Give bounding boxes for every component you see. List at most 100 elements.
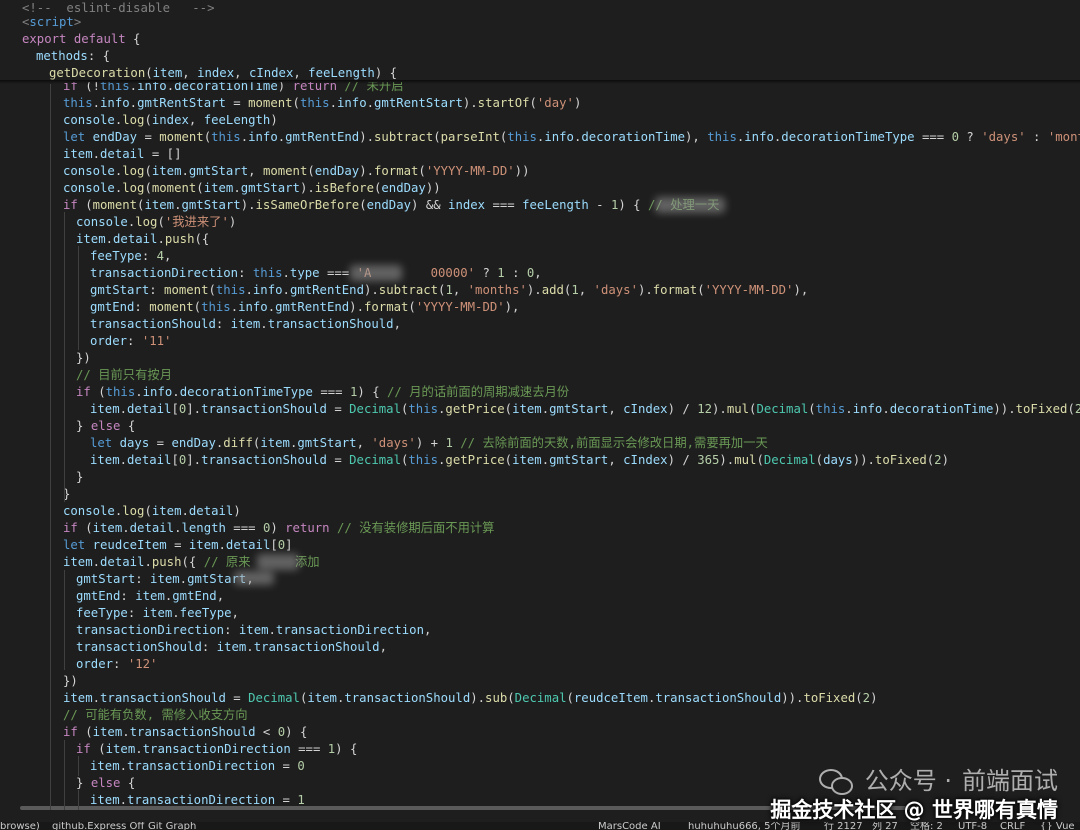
code-token: log [122,181,145,195]
code-line: transactionDirection: item.transactionDi… [0,622,1080,639]
code-token: console [63,113,115,127]
code-token: toFixed [874,453,927,467]
code-token: item [512,402,542,416]
code-line: } else { [0,418,1080,435]
code-token: : [224,623,239,637]
code-token: . [122,725,130,739]
code-token: ). [462,96,478,110]
code-token: ) { [285,725,308,739]
code-token: ( [433,130,441,144]
code-token: this [63,96,93,110]
code-token: ), [685,130,708,144]
code-token: days [823,453,853,467]
code-token: transactionDirection [127,793,276,807]
indent-guide [78,790,79,810]
code-line: if (moment(item.gmtStart).isSameOrBefore… [0,197,1080,214]
code-line: console.log(index, feeLength) [0,112,1080,129]
code-token: Decimal [514,691,567,705]
code-token: format [652,283,698,297]
code-token: ) { [618,198,648,212]
code-token: decorationTime [889,402,994,416]
code-line: transactionDirection: this.type === 'A 0… [0,265,1080,282]
code-token: item [238,623,269,637]
status-item[interactable]: github.Express Off [52,822,144,830]
code-token: // 没有装修期后面不用计算 [336,521,495,535]
code-token: return [285,521,330,535]
code-line: gmtStart: moment(this.info.gmtRentEnd).s… [0,282,1080,299]
code-token: subtract [378,283,439,297]
code-token: moment [92,198,138,212]
code-token: console [76,215,128,229]
code-token: this [105,385,136,399]
code-token: detail [113,232,158,246]
code-token: . [135,385,143,399]
status-item[interactable]: browse) [0,822,40,830]
code-token: item [203,181,234,195]
code-token: this [211,130,241,144]
code-token: . [92,555,101,569]
code-token: toFixed [1015,402,1068,416]
code-token: ( [815,453,824,467]
code-token: transactionShould [344,691,471,705]
code-token: gmtEnd [76,589,121,603]
code-line: let days = endDay.diff(item.gmtStart, 'd… [0,435,1080,452]
code-token: if [63,521,78,535]
code-token: . [246,640,254,654]
code-token: diff [223,436,253,450]
code-token: transactionDirection [275,623,424,637]
code-token: reudceItem [92,538,167,552]
code-token: ( [144,504,152,518]
code-token: let [90,436,113,450]
code-editor[interactable]: <!-- eslint-disable --> <script> export de… [0,0,1080,810]
code-token: detail [100,147,145,161]
code-token: 2 [862,691,871,705]
code-line: let reudceItem = item.detail[0] [0,537,1080,554]
code-token: decorationTime [581,130,686,144]
status-item[interactable]: Git Graph [148,822,196,830]
code-token: item [188,538,219,552]
code-token: , [188,113,204,127]
code-token: < [255,725,278,739]
code-token: item [142,606,173,620]
code-token: transactionDirection [127,759,276,773]
code-token: === [914,130,952,144]
code-token: ), [793,283,809,297]
code-token: ). [719,453,735,467]
code-token: 'days' [981,130,1026,144]
watermark-top: 公众号 · 前端面试 [770,766,1058,796]
code-token: ). [359,130,375,144]
code-token: ( [697,283,705,297]
code-line: if (this.info.decorationTimeType === 1) … [0,384,1080,401]
code-token: moment [248,96,293,110]
code-token: transactionShould [100,691,226,705]
indent-guide [64,212,65,502]
code-token: 0 [297,759,305,773]
code-token: = [] [144,147,182,161]
code-token: = [225,96,249,110]
code-token: . [119,793,128,807]
code-token: ? [475,266,498,280]
code-token: ( [144,181,152,195]
code-token: moment [164,283,209,297]
code-token: 'YYYY-MM-DD' [704,283,794,297]
code-token: transactionDirection [90,266,239,280]
code-token: . [135,742,143,756]
code-token: ({ [181,555,204,569]
code-token: ( [203,130,212,144]
code-token: 'days' [371,436,416,450]
code-token: === [312,385,350,399]
code-token: , [608,453,624,467]
code-token: . [882,402,890,416]
code-token: ( [507,691,515,705]
code-token: if [63,198,78,212]
code-token: 2 [934,453,942,467]
code-token: )) [514,164,530,178]
code-token: index [197,66,235,80]
code-token: // 原来 [203,555,251,569]
redacted-region [234,571,274,585]
code-line: item.detail[0].transactionShould = Decim… [0,452,1080,469]
code-token: > [73,15,82,29]
code-token: ) { [357,385,388,399]
code-token: this [815,402,846,416]
status-item[interactable]: MarsCode AI [598,822,661,830]
